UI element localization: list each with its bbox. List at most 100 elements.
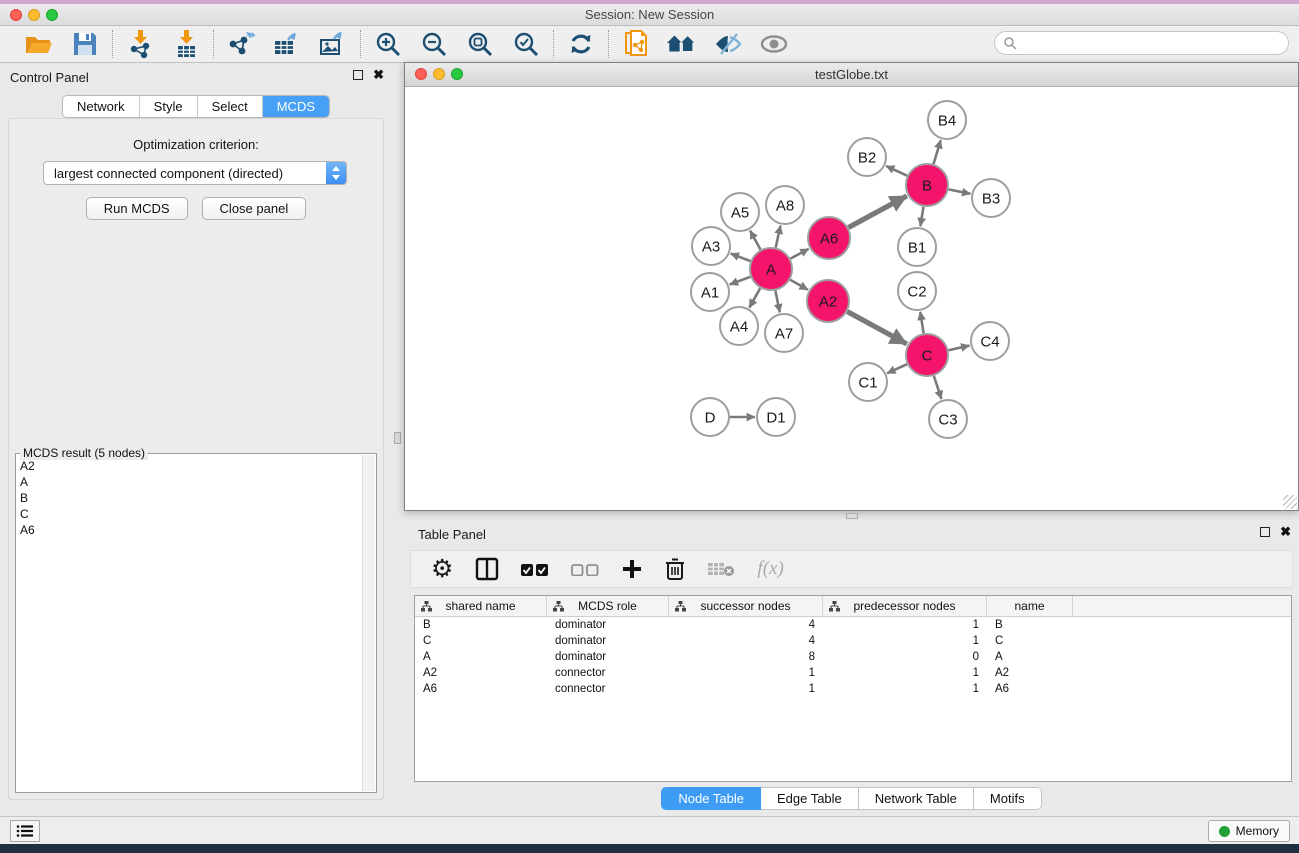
node-A1[interactable]: A1 <box>691 273 729 311</box>
refresh-icon[interactable] <box>565 29 597 59</box>
select-all-columns-icon[interactable] <box>521 555 549 583</box>
cell-successor-nodes[interactable]: 1 <box>669 683 823 695</box>
column-header-shared-name[interactable]: shared name <box>415 596 547 616</box>
split-columns-icon[interactable] <box>475 555 499 583</box>
mcds-result-item[interactable]: A2 <box>20 458 360 474</box>
tab-network[interactable]: Network <box>63 96 139 117</box>
cell-shared-name[interactable]: A2 <box>415 667 547 679</box>
close-panel-button[interactable]: Close panel <box>202 197 307 220</box>
cell-mcds-role[interactable]: dominator <box>547 635 669 647</box>
horizontal-splitter-handle[interactable] <box>846 513 858 519</box>
table-settings-icon[interactable]: ⚙ <box>431 555 453 583</box>
show-eye-icon[interactable] <box>758 29 790 59</box>
tab-network-table[interactable]: Network Table <box>859 787 974 810</box>
export-image-icon[interactable] <box>317 29 349 59</box>
tab-mcds[interactable]: MCDS <box>262 96 329 117</box>
mcds-result-item[interactable]: C <box>20 506 360 522</box>
node-table[interactable]: shared nameMCDS rolesuccessor nodesprede… <box>414 595 1292 782</box>
network-window-titlebar[interactable]: testGlobe.txt <box>405 63 1298 87</box>
cell-mcds-role[interactable]: dominator <box>547 651 669 663</box>
edge-B-B4[interactable] <box>933 140 940 164</box>
column-header-successor-nodes[interactable]: successor nodes <box>669 596 823 616</box>
edge-A2-C[interactable] <box>847 312 906 344</box>
tab-edge-table[interactable]: Edge Table <box>761 787 859 810</box>
mcds-result-item[interactable]: B <box>20 490 360 506</box>
edge-C-C3[interactable] <box>934 376 942 399</box>
edge-C-C4[interactable] <box>948 346 969 351</box>
node-B4[interactable]: B4 <box>928 101 966 139</box>
node-A8[interactable]: A8 <box>766 186 804 224</box>
table-row[interactable]: Adominator80A <box>415 649 1291 665</box>
cell-name[interactable]: A6 <box>987 683 1073 695</box>
cell-mcds-role[interactable]: connector <box>547 667 669 679</box>
table-row[interactable]: A6connector11A6 <box>415 681 1291 697</box>
edge-B-B1[interactable] <box>920 207 923 227</box>
close-panel-icon[interactable]: ✖ <box>373 70 384 80</box>
delete-column-icon[interactable] <box>665 555 685 583</box>
mcds-result-list[interactable]: A2ABCA6 <box>18 458 360 790</box>
cell-shared-name[interactable]: B <box>415 619 547 631</box>
cell-successor-nodes[interactable]: 4 <box>669 635 823 647</box>
cell-mcds-role[interactable]: dominator <box>547 619 669 631</box>
cell-predecessor-nodes[interactable]: 1 <box>823 619 987 631</box>
node-B[interactable]: B <box>906 164 948 206</box>
deselect-all-columns-icon[interactable] <box>571 555 599 583</box>
node-D[interactable]: D <box>691 398 729 436</box>
node-C1[interactable]: C1 <box>849 363 887 401</box>
hide-panel-eye-icon[interactable] <box>712 29 744 59</box>
task-history-button[interactable] <box>10 820 40 842</box>
table-row[interactable]: Bdominator41B <box>415 617 1291 633</box>
node-B3[interactable]: B3 <box>972 179 1010 217</box>
float-panel-icon[interactable] <box>353 70 363 80</box>
network-graph[interactable]: B4B2BB3A8A5A6B1A3AA1C2A2A4A7C4CC1C3DD1 <box>405 87 1298 510</box>
node-B2[interactable]: B2 <box>848 138 886 176</box>
cell-successor-nodes[interactable]: 8 <box>669 651 823 663</box>
cell-name[interactable]: C <box>987 635 1073 647</box>
export-table-icon[interactable] <box>271 29 303 59</box>
zoom-out-icon[interactable] <box>418 29 450 59</box>
open-file-icon[interactable] <box>23 29 55 59</box>
edge-A-A7[interactable] <box>775 291 779 313</box>
export-network-icon[interactable] <box>225 29 257 59</box>
clone-network-icon[interactable] <box>620 29 652 59</box>
cell-shared-name[interactable]: A <box>415 651 547 663</box>
edge-A-A4[interactable] <box>749 288 760 308</box>
network-canvas[interactable]: B4B2BB3A8A5A6B1A3AA1C2A2A4A7C4CC1C3DD1 <box>405 87 1298 510</box>
node-A6[interactable]: A6 <box>808 217 850 259</box>
column-header-name[interactable]: name <box>987 596 1073 616</box>
edge-B-B2[interactable] <box>886 166 907 176</box>
node-C3[interactable]: C3 <box>929 400 967 438</box>
zoom-selected-icon[interactable] <box>510 29 542 59</box>
cell-successor-nodes[interactable]: 4 <box>669 619 823 631</box>
run-mcds-button[interactable]: Run MCDS <box>86 197 188 220</box>
node-C4[interactable]: C4 <box>971 322 1009 360</box>
vertical-splitter-handle[interactable] <box>394 432 401 444</box>
cell-shared-name[interactable]: C <box>415 635 547 647</box>
add-column-icon[interactable] <box>621 555 643 583</box>
edge-C-C1[interactable] <box>887 364 907 373</box>
edge-B-B3[interactable] <box>949 189 971 193</box>
node-C2[interactable]: C2 <box>898 272 936 310</box>
cell-predecessor-nodes[interactable]: 1 <box>823 667 987 679</box>
import-table-icon[interactable] <box>170 29 202 59</box>
cell-name[interactable]: B <box>987 619 1073 631</box>
horizontal-splitter[interactable] <box>404 511 1299 520</box>
column-header-mcds-role[interactable]: MCDS role <box>547 596 669 616</box>
node-A7[interactable]: A7 <box>765 314 803 352</box>
tab-style[interactable]: Style <box>139 96 197 117</box>
node-A[interactable]: A <box>750 248 792 290</box>
edge-C-C2[interactable] <box>920 312 923 334</box>
tab-motifs[interactable]: Motifs <box>974 787 1042 810</box>
cell-predecessor-nodes[interactable]: 1 <box>823 683 987 695</box>
window-resize-grip[interactable] <box>1283 495 1297 509</box>
mcds-result-item[interactable]: A6 <box>20 522 360 538</box>
edge-A-A5[interactable] <box>750 230 760 249</box>
save-session-icon[interactable] <box>69 29 101 59</box>
table-row[interactable]: A2connector11A2 <box>415 665 1291 681</box>
node-A3[interactable]: A3 <box>692 227 730 265</box>
home-icon[interactable] <box>666 29 698 59</box>
function-builder-icon[interactable]: f(x) <box>757 555 783 583</box>
mcds-result-item[interactable]: A <box>20 474 360 490</box>
edge-A6-B[interactable] <box>848 196 906 228</box>
edge-A-A6[interactable] <box>790 249 808 259</box>
